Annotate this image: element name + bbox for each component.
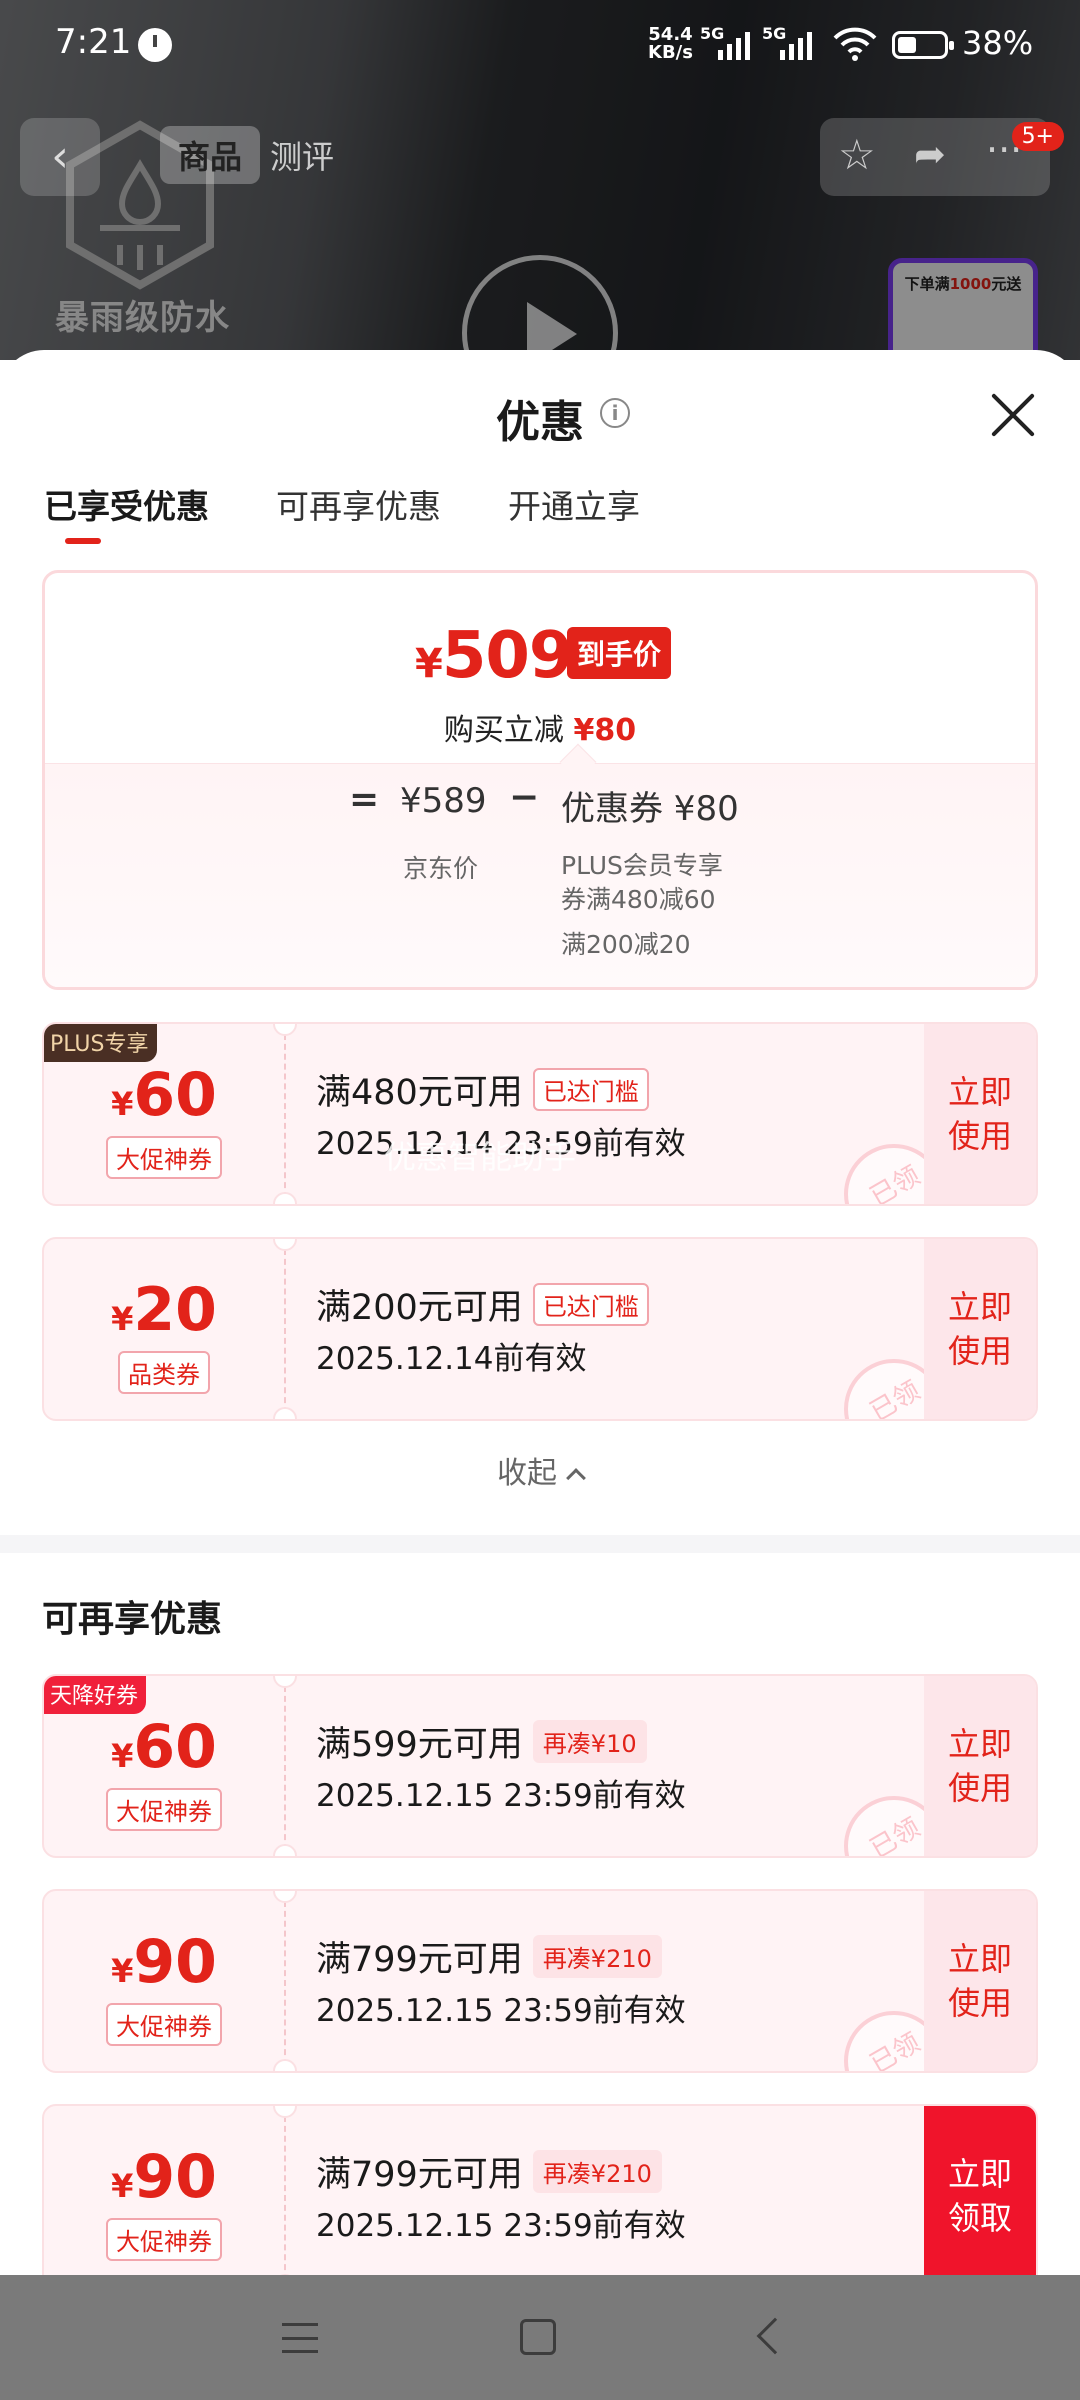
coupon-condition: 满480元可用 <box>316 1073 523 1113</box>
use-now-button[interactable]: 立即 使用 <box>924 1239 1036 1419</box>
jd-price-label: 京东价 <box>403 854 479 883</box>
coupon-condition: 满200元可用 <box>316 1288 523 1328</box>
signal-icon-1 <box>718 28 750 60</box>
product-top-nav: ‹ 商品 测评 ☆ ➦ ··· 5+ <box>20 118 1064 196</box>
claim-now-button[interactable]: 立即 领取 <box>924 2106 1036 2275</box>
final-price-symbol: ¥ <box>415 641 443 687</box>
back-icon[interactable] <box>756 2317 794 2355</box>
tab-activate[interactable]: 开通立享 <box>508 480 640 528</box>
jd-price: ¥589 <box>400 781 487 821</box>
coupon-card: ¥90 大促神券 满799元可用 再凑¥210 2025.12.15 23:59前… <box>42 1889 1038 2073</box>
active-tab-indicator <box>65 538 101 544</box>
tab-more-available[interactable]: 可再享优惠 <box>276 480 441 528</box>
coupon-validity: 2025.12.15 23:59前有效 <box>316 1778 686 1814</box>
tab-product[interactable]: 商品 <box>160 126 261 184</box>
threshold-chip: 已达门槛 <box>532 1068 649 1111</box>
reduce-line: 购买立减 ¥80 <box>45 705 1035 749</box>
assistant-overlay-text: 优惠智能助手 <box>384 1138 577 1176</box>
coupon-amount: ¥60 <box>111 1712 217 1782</box>
alarm-clock-icon <box>138 28 172 62</box>
close-icon[interactable] <box>990 392 1036 438</box>
coupon-condition: 满599元可用 <box>316 1725 523 1765</box>
use-now-button[interactable]: 立即 使用 <box>924 1024 1036 1204</box>
coupon-detail-1: PLUS会员专享 <box>561 851 723 880</box>
product-page-background: 暴雨级防水 下单满1000元送 ‹ 商品 测评 ☆ ➦ ··· 5+ 7:21 … <box>0 0 1080 360</box>
final-price-value: 509 <box>441 619 574 693</box>
coupon-detail-3: 满200减20 <box>561 930 691 959</box>
coupon-divider <box>284 1901 286 2065</box>
coupon-card: ¥60 大促神券 满599元可用 再凑¥10 2025.12.15 23:59前有… <box>42 1674 1038 1858</box>
needed-amount-chip: 再凑¥210 <box>532 1935 662 1978</box>
plus-exclusive-ribbon: PLUS专享 <box>44 1024 157 1062</box>
battery-icon <box>892 31 954 59</box>
back-button[interactable]: ‹ <box>20 118 100 196</box>
coupon-amount: ¥20 <box>111 1275 217 1345</box>
coupon-card: ¥20 品类券 满200元可用已达门槛 2025.12.14前有效 立即使用 <box>42 1237 1038 1421</box>
collapse-button[interactable]: 收起 <box>0 1448 1080 1492</box>
tab-review[interactable]: 测评 <box>270 132 334 178</box>
discount-sheet: 优惠 i 已享受优惠 可再享优惠 开通立享 ¥509 到手价 购买立减 ¥80 … <box>0 350 1080 2275</box>
chevron-up-icon <box>566 1468 586 1488</box>
network-speed: 54.4 KB/s <box>648 26 693 62</box>
recent-apps-icon[interactable] <box>282 2323 318 2353</box>
coupon-divider <box>284 1034 286 1198</box>
needed-amount-chip: 再凑¥210 <box>532 2150 662 2193</box>
threshold-chip: 已达门槛 <box>532 1283 649 1326</box>
coupon-amount: ¥90 <box>111 2142 217 2212</box>
coupon-type: 品类券 <box>118 1351 210 1394</box>
final-price-tag: 到手价 <box>567 627 672 679</box>
reduce-label: 购买立减 <box>443 713 564 748</box>
coupon-type: 大促神券 <box>106 1136 222 1179</box>
coupon-condition: 满799元可用 <box>316 1940 523 1980</box>
coupon-divider <box>284 2116 286 2275</box>
tab-enjoyed[interactable]: 已享受优惠 <box>44 480 209 528</box>
coupon-type: 大促神券 <box>106 2003 222 2046</box>
coupon-type: 大促神券 <box>106 2218 222 2261</box>
coupon-validity: 2025.12.14前有效 <box>316 1341 587 1377</box>
signal-icon-2 <box>780 28 812 60</box>
section-divider <box>0 1535 1080 1553</box>
coupon-total: 优惠券 ¥80 <box>561 789 739 829</box>
use-now-button[interactable]: 立即 使用 <box>924 1676 1036 1856</box>
reduce-amount: ¥80 <box>573 713 637 748</box>
coupon-amount: ¥90 <box>111 1927 217 1997</box>
network-speed-unit: KB/s <box>648 42 693 63</box>
home-icon[interactable] <box>520 2319 556 2355</box>
lucky-coupon-ribbon: 天降好券 <box>44 1676 147 1714</box>
favorite-star-icon[interactable]: ☆ <box>838 130 876 179</box>
coupon-type: 大促神券 <box>106 1788 222 1831</box>
price-summary: ¥509 到手价 购买立减 ¥80 = ¥589 − 优惠券 ¥80 京东价 P… <box>42 570 1038 990</box>
system-nav-bar <box>0 2275 1080 2400</box>
equals-sign: = <box>349 779 380 820</box>
coupon-validity: 2025.12.15 23:59前有效 <box>316 2208 686 2244</box>
coupon-card: ¥60 大促神券 满480元可用 已达门槛 2025.12.14 23:59前有效… <box>42 1022 1038 1206</box>
coupon-condition: 满799元可用 <box>316 2155 523 2195</box>
info-icon[interactable]: i <box>600 398 630 428</box>
message-count-badge: 5+ <box>1011 122 1064 151</box>
share-icon[interactable]: ➦ <box>914 132 946 176</box>
more-section-title: 可再享优惠 <box>42 1599 223 1640</box>
coupon-divider <box>284 1249 286 1413</box>
minus-sign: − <box>509 777 540 818</box>
coupon-card: ¥90 大促神券 满799元可用 再凑¥210 2025.12.15 23:59前… <box>42 2104 1038 2275</box>
status-time: 7:21 <box>55 22 132 62</box>
coupon-detail: PLUS会员专享 券满480减60 <box>561 849 723 917</box>
status-bar: 7:21 54.4 KB/s 5G 5G 38% <box>0 0 1080 92</box>
coupon-detail-2: 券满480减60 <box>561 885 716 914</box>
price-formula-panel <box>45 763 1035 987</box>
wifi-icon <box>833 27 877 61</box>
coupon-divider <box>284 1686 286 1850</box>
needed-amount-chip: 再凑¥10 <box>532 1720 647 1763</box>
use-now-button[interactable]: 立即 使用 <box>924 1891 1036 2071</box>
coupon-amount: ¥60 <box>111 1060 217 1130</box>
coupon-validity: 2025.12.15 23:59前有效 <box>316 1993 686 2029</box>
battery-percent: 38% <box>962 24 1034 62</box>
final-price: ¥509 <box>415 619 574 693</box>
sheet-title: 优惠 <box>496 397 584 448</box>
